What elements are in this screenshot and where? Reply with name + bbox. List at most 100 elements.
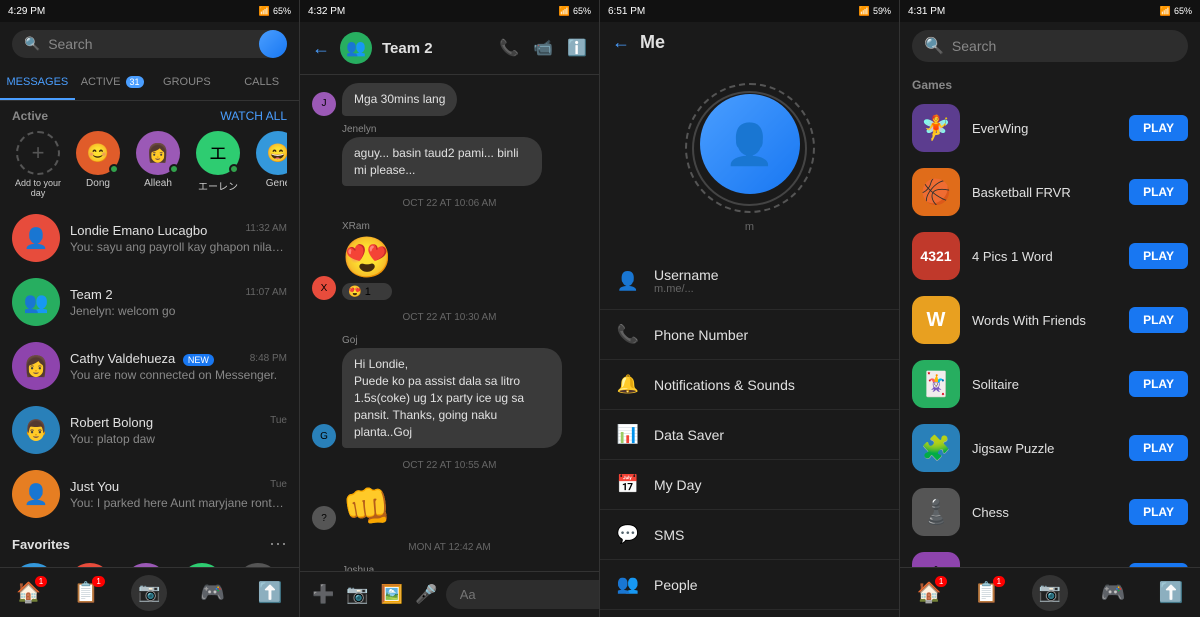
msg-row-xram: X XRam 😍 😍 1 — [312, 221, 587, 300]
solitaire-play-btn[interactable]: PLAY — [1129, 371, 1188, 397]
status-icons-3: 📶 59% — [859, 6, 891, 17]
me-profile: 👤 m — [600, 63, 899, 253]
favorites-more-icon[interactable]: ⋯ — [269, 534, 287, 555]
msg-date-1030: OCT 22 AT 10:30 AM — [312, 312, 587, 323]
words-play-btn[interactable]: PLAY — [1129, 307, 1188, 333]
dong-name: Dong — [86, 178, 110, 189]
video-icon[interactable]: 📹 — [533, 38, 553, 58]
team2-avatar: 👥 — [12, 278, 60, 326]
basketball-play-btn[interactable]: PLAY — [1129, 179, 1188, 205]
active-user-dong[interactable]: 😊 Dong — [72, 131, 124, 198]
me-header: ← Me — [600, 22, 899, 63]
tab-groups[interactable]: GROUPS — [150, 66, 225, 100]
active-user-gene[interactable]: 😄 Gene — [252, 131, 287, 198]
watch-all-btn[interactable]: WATCH ALL — [220, 109, 287, 123]
conversations-list: 👤 Londie Emano Lucagbo 11:32 AM You: say… — [0, 206, 299, 567]
tab-messages[interactable]: MESSAGES — [0, 66, 75, 100]
4pics-play-btn[interactable]: PLAY — [1129, 243, 1188, 269]
games-nav-camera[interactable]: 📷 — [1032, 575, 1068, 611]
active-user-eren[interactable]: エ エーレン — [192, 131, 244, 198]
status-bar-1: 4:29 PM 📶 65% — [0, 0, 299, 22]
tabs-bar: MESSAGES ACTIVE 31 GROUPS CALLS — [0, 66, 299, 101]
search-icon: 🔍 — [24, 36, 40, 52]
justyou-avatar: 👤 — [12, 470, 60, 518]
favorites-label: Favorites — [12, 537, 70, 552]
status-icons-1: 📶 65% — [259, 6, 291, 17]
games-nav-more[interactable]: ⬆️ — [1159, 580, 1184, 605]
msg-bubble-mga30: Mga 30mins lang — [342, 83, 457, 116]
justyou-info: Just You Tue You: I parked here Aunt mar… — [70, 479, 287, 510]
conv-justyou[interactable]: 👤 Just You Tue You: I parked here Aunt m… — [0, 462, 299, 526]
cathy-time: 8:48 PM — [250, 353, 287, 364]
chess-icon: ♟️ — [912, 488, 960, 536]
robert-avatar: 👨 — [12, 406, 60, 454]
camera-icon[interactable]: 📷 — [346, 584, 368, 605]
game-hex: ⬡ Hex FRVR PLAY — [900, 544, 1200, 567]
back-button[interactable]: ← — [312, 38, 330, 59]
nav-games[interactable]: 🎮 — [200, 580, 225, 605]
menu-sms[interactable]: 💬 SMS — [600, 510, 899, 560]
notifications-label: Notifications & Sounds — [654, 377, 795, 393]
add-day-user[interactable]: + Add to your day — [12, 131, 64, 198]
alleah-name: Alleah — [144, 178, 172, 189]
game-words: W Words With Friends PLAY — [900, 288, 1200, 352]
conv-team2[interactable]: 👥 Team 2 11:07 AM Jenelyn: welcom go — [0, 270, 299, 334]
conv-cathy[interactable]: 👩 Cathy Valdehueza NEW 8:48 PM You are n… — [0, 334, 299, 398]
game-basketball: 🏀 Basketball FRVR PLAY — [900, 160, 1200, 224]
menu-phone[interactable]: 📞 Phone Number — [600, 310, 899, 360]
favorites-header: Favorites ⋯ — [12, 534, 287, 555]
tab-active[interactable]: ACTIVE 31 — [75, 66, 150, 100]
me-back-button[interactable]: ← — [612, 32, 630, 53]
nav-activity[interactable]: 📋 1 — [74, 580, 99, 605]
tab-calls[interactable]: CALLS — [224, 66, 299, 100]
active-user-alleah[interactable]: 👩 Alleah — [132, 131, 184, 198]
panel-games: 4:31 PM 📶 65% 🔍 Search Games 🧚 EverWing … — [900, 0, 1200, 617]
eren-avatar-wrap: エ — [196, 131, 240, 175]
active-header: Active WATCH ALL — [12, 109, 287, 123]
games-nav-activity[interactable]: 📋 1 — [974, 580, 999, 605]
p1-search-bar[interactable]: 🔍 Search — [12, 30, 287, 58]
msg-row-fist: ? 👊 — [312, 483, 587, 530]
justyou-preview: You: I parked here Aunt maryjane rontal … — [70, 496, 287, 510]
add-icon[interactable]: ➕ — [312, 584, 334, 605]
status-icons-4: 📶 65% — [1160, 6, 1192, 17]
nav-camera[interactable]: 📷 — [131, 575, 167, 611]
phone-icon[interactable]: 📞 — [499, 38, 519, 58]
menu-datasaver[interactable]: 📊 Data Saver — [600, 410, 899, 460]
user-avatar-top[interactable] — [259, 30, 287, 58]
mic-icon[interactable]: 🎤 — [415, 584, 437, 605]
words-name: Words With Friends — [972, 313, 1117, 328]
games-list: 🧚 EverWing PLAY 🏀 Basketball FRVR PLAY 4… — [900, 96, 1200, 567]
info-icon[interactable]: ℹ️ — [567, 38, 587, 58]
solitaire-name: Solitaire — [972, 377, 1117, 392]
search-placeholder: Search — [48, 36, 92, 52]
bottom-nav-1: 🏠 1 📋 1 📷 🎮 ⬆️ — [0, 567, 299, 617]
conv-londie[interactable]: 👤 Londie Emano Lucagbo 11:32 AM You: say… — [0, 206, 299, 270]
nav-more[interactable]: ⬆️ — [258, 580, 283, 605]
msg-avatar-anon: ? — [312, 506, 336, 530]
games-nav-games[interactable]: 🎮 — [1101, 580, 1126, 605]
menu-people[interactable]: 👥 People — [600, 560, 899, 610]
games-search-placeholder: Search — [952, 38, 996, 54]
games-section-label: Games — [900, 70, 1200, 96]
menu-myday[interactable]: 📅 My Day — [600, 460, 899, 510]
menu-username[interactable]: 👤 Username m.me/... — [600, 253, 899, 310]
menu-notifications[interactable]: 🔔 Notifications & Sounds — [600, 360, 899, 410]
active-label: Active — [12, 109, 48, 123]
conv-robert[interactable]: 👨 Robert Bolong Tue You: platop daw — [0, 398, 299, 462]
jigsaw-play-btn[interactable]: PLAY — [1129, 435, 1188, 461]
chess-play-btn[interactable]: PLAY — [1129, 499, 1188, 525]
eren-online-dot — [229, 164, 239, 174]
image-icon[interactable]: 🖼️ — [381, 584, 403, 605]
me-avatar: 👤 — [700, 94, 800, 194]
nav-home[interactable]: 🏠 1 — [16, 580, 41, 605]
sender-xram: XRam — [342, 221, 392, 232]
games-search-bar[interactable]: 🔍 Search — [912, 30, 1188, 62]
message-input[interactable] — [446, 580, 600, 609]
gene-avatar-wrap: 😄 — [256, 131, 287, 175]
games-nav-home[interactable]: 🏠 1 — [916, 580, 941, 605]
londie-time: 11:32 AM — [245, 223, 287, 238]
username-value: m.me/... — [654, 283, 719, 295]
everwing-play-btn[interactable]: PLAY — [1129, 115, 1188, 141]
panel-messages: 4:29 PM 📶 65% 🔍 Search MESSAGES ACTIVE 3… — [0, 0, 300, 617]
